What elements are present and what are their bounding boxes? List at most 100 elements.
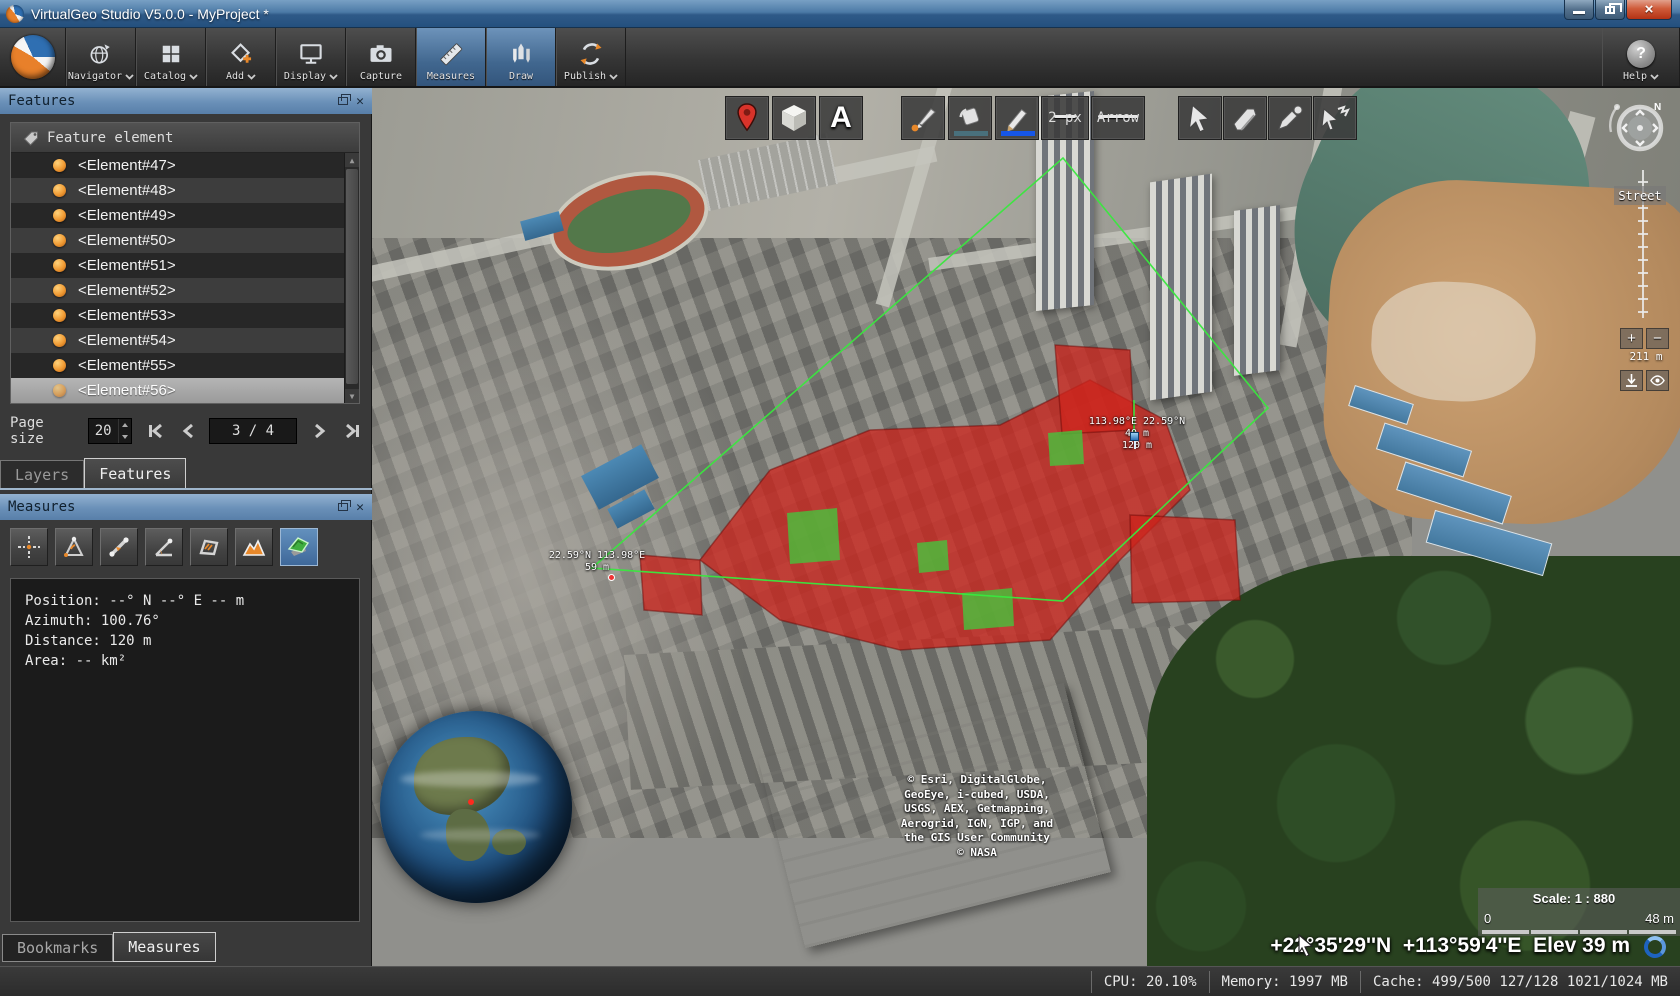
toolbar-button-capture[interactable]: Capture — [346, 28, 416, 86]
close-button[interactable]: × — [1626, 0, 1672, 20]
memory-status: Memory: 1997 MB — [1209, 971, 1360, 993]
feature-element-row[interactable]: <Element#51> — [11, 253, 344, 278]
toolbar-button-measures[interactable]: Measures — [416, 28, 486, 86]
left-panel: Features ✕ Feature element <Element#47> … — [0, 88, 372, 966]
toolbar-button-help[interactable]: ? Help — [1602, 28, 1680, 86]
feature-element-row[interactable]: <Element#50> — [11, 228, 344, 253]
add-text-button[interactable]: A — [819, 96, 863, 140]
view-mode-button[interactable] — [1646, 370, 1669, 391]
float-panel-icon[interactable] — [338, 503, 348, 511]
measure-results-panel: Position: --° N --° E -- m Azimuth: 100.… — [10, 578, 360, 922]
status-bar: CPU: 20.10% Memory: 1997 MB Cache: 499/5… — [0, 966, 1680, 996]
surface-3d-icon — [286, 534, 312, 560]
zoom-in-button[interactable]: + — [1620, 328, 1643, 349]
toolbar-button-catalog[interactable]: Catalog — [136, 28, 206, 86]
feature-element-label: <Element#52> — [78, 282, 176, 299]
line-style-button[interactable]: Arrow — [1091, 96, 1145, 140]
list-scrollbar[interactable]: ▲ ▼ — [344, 153, 359, 403]
tab-features[interactable]: Features — [84, 458, 186, 488]
slope-tool-button[interactable] — [145, 528, 183, 566]
deselect-tool-button[interactable] — [1313, 96, 1357, 140]
toolbar-button-add[interactable]: Add — [206, 28, 276, 86]
feature-element-row[interactable]: <Element#48> — [11, 178, 344, 203]
toolbar-button-display[interactable]: Display — [276, 28, 346, 86]
toolbar-button-draw[interactable]: Draw — [486, 28, 556, 86]
feature-element-row-selected[interactable]: <Element#56> — [11, 378, 344, 403]
pencil-tool-button[interactable] — [995, 96, 1039, 140]
street-level-handle[interactable]: Street — [1614, 186, 1666, 205]
zoom-out-button[interactable]: − — [1646, 328, 1669, 349]
minimize-button[interactable] — [1564, 0, 1594, 20]
feature-element-row[interactable]: <Element#47> — [11, 153, 344, 178]
ruler-icon — [437, 37, 465, 71]
spin-down-icon[interactable] — [119, 431, 131, 443]
toolbar-button-navigator[interactable]: Navigator — [66, 28, 136, 86]
map-viewport[interactable]: 113.98°E 22.59°N 40 m 120 m 22.59°N 113.… — [372, 88, 1680, 966]
measure-position: Position: --° N --° E -- m — [25, 591, 359, 611]
compass-icon[interactable]: N — [1606, 98, 1670, 162]
fill-tool-button[interactable] — [948, 96, 992, 140]
toolbar-label: Catalog — [144, 71, 186, 82]
profile-tool-button[interactable] — [235, 528, 273, 566]
mouse-cursor — [1297, 934, 1314, 956]
page-size-stepper[interactable]: 20 — [88, 418, 132, 444]
bottom-tab-bar: Bookmarks Measures — [2, 932, 216, 962]
tab-bookmarks[interactable]: Bookmarks — [2, 934, 113, 962]
feature-element-row[interactable]: <Element#49> — [11, 203, 344, 228]
element-bullet-icon — [53, 234, 66, 247]
measure-tools-bar — [10, 528, 318, 566]
scroll-down-icon[interactable]: ▼ — [345, 389, 359, 403]
map-attribution: © Esri, DigitalGlobe, GeoEye, i-cubed, U… — [877, 773, 1077, 860]
spin-up-icon[interactable] — [119, 419, 131, 431]
ground-view-button[interactable] — [1620, 370, 1643, 391]
feature-element-row[interactable]: <Element#52> — [11, 278, 344, 303]
feature-element-row[interactable]: <Element#54> — [11, 328, 344, 353]
feature-element-label: <Element#53> — [78, 307, 176, 324]
camera-icon — [367, 37, 395, 71]
distance-tool-button[interactable] — [100, 528, 138, 566]
feature-element-label: <Element#48> — [78, 182, 176, 199]
eraser-tool-button[interactable] — [1223, 96, 1267, 140]
restore-button[interactable] — [1595, 0, 1625, 20]
select-tool-button[interactable] — [1178, 96, 1222, 140]
tab-measures[interactable]: Measures — [113, 932, 215, 962]
scrollbar-thumb[interactable] — [346, 169, 358, 384]
chevron-down-icon — [189, 74, 198, 80]
surface-3d-tool-button[interactable] — [280, 528, 318, 566]
panel-tab-bar: Layers Features — [0, 460, 372, 490]
position-tool-button[interactable] — [10, 528, 48, 566]
feature-element-row[interactable]: <Element#55> — [11, 353, 344, 378]
last-page-button[interactable] — [344, 420, 362, 442]
feature-tree-header[interactable]: Feature element — [11, 123, 359, 153]
toolbar-button-publish[interactable]: Publish — [556, 28, 626, 86]
cache-status: Cache: 499/500 127/128 1021/1024 MB — [1360, 971, 1680, 993]
pencil-color-swatch — [1001, 131, 1035, 136]
feature-element-label: <Element#49> — [78, 207, 176, 224]
globe-overview-inset[interactable] — [380, 711, 572, 903]
close-panel-icon[interactable]: ✕ — [356, 501, 364, 514]
title-bar[interactable]: VirtualGeo Studio V5.0.0 - MyProject * × — [0, 0, 1680, 28]
altitude-label: 211 m — [1620, 350, 1672, 363]
angle-tool-button[interactable] — [55, 528, 93, 566]
app-menu-button[interactable] — [0, 28, 66, 86]
line-width-label: 2 px — [1048, 110, 1082, 126]
element-bullet-icon — [53, 334, 66, 347]
add-3d-object-button[interactable] — [772, 96, 816, 140]
next-page-button[interactable] — [311, 420, 329, 442]
scroll-up-icon[interactable]: ▲ — [345, 153, 359, 167]
pencils-icon — [507, 37, 535, 71]
tab-layers[interactable]: Layers — [0, 460, 84, 488]
measure-marker-label: 22.59°N 113.98°E 59 m — [532, 550, 662, 574]
picker-tool-button[interactable] — [1268, 96, 1312, 140]
line-width-button[interactable]: 2 px — [1041, 96, 1089, 140]
previous-page-button[interactable] — [178, 420, 196, 442]
measures-panel-header[interactable]: Measures ✕ — [0, 494, 372, 520]
first-page-button[interactable] — [146, 420, 164, 442]
close-panel-icon[interactable]: ✕ — [356, 95, 364, 108]
float-panel-icon[interactable] — [338, 97, 348, 105]
place-pin-button[interactable] — [725, 96, 769, 140]
area-tool-button[interactable] — [190, 528, 228, 566]
features-panel-header[interactable]: Features ✕ — [0, 88, 372, 114]
brush-tool-button[interactable] — [901, 96, 945, 140]
feature-element-row[interactable]: <Element#53> — [11, 303, 344, 328]
